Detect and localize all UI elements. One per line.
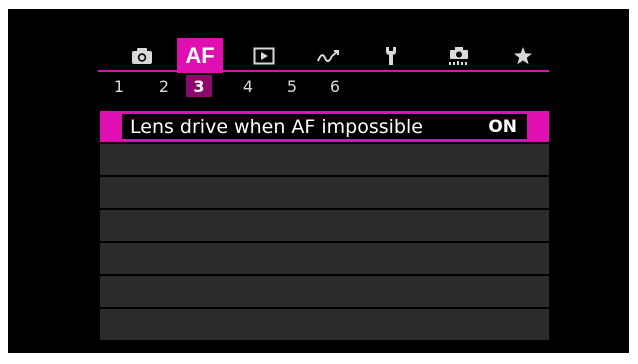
wireless-icon xyxy=(316,48,340,64)
page-3[interactable]: 3 xyxy=(186,75,212,97)
tab-shooting[interactable] xyxy=(119,38,165,73)
tab-my-menu[interactable] xyxy=(500,38,546,73)
tab-playback[interactable] xyxy=(241,38,287,73)
wrench-icon xyxy=(383,46,399,66)
page-5[interactable]: 5 xyxy=(279,75,305,97)
page-selector: 1 2 3 4 5 6 xyxy=(106,75,557,97)
menu-tab-bar: AF xyxy=(106,38,557,73)
page-2[interactable]: 2 xyxy=(151,75,177,97)
tab-custom-functions[interactable] xyxy=(436,38,482,73)
menu-item-label: Lens drive when AF impossible xyxy=(130,115,423,138)
playback-icon xyxy=(253,47,275,65)
page-6[interactable]: 6 xyxy=(322,75,348,97)
tab-af[interactable]: AF xyxy=(177,38,223,73)
custom-function-icon xyxy=(447,46,471,66)
tab-af-label: AF xyxy=(185,42,215,68)
camera-icon xyxy=(131,47,153,65)
tab-setup[interactable] xyxy=(368,38,414,73)
menu-item-lens-drive[interactable]: Lens drive when AF impossible ON xyxy=(100,111,549,142)
camera-menu-screen: AF 1 2 3 4 5 6 Lens drive when AF imposs… xyxy=(8,9,629,353)
page-1[interactable]: 1 xyxy=(106,75,132,97)
menu-item-value: ON xyxy=(488,116,517,137)
menu-item-empty xyxy=(100,210,549,241)
menu-list: Lens drive when AF impossible ON xyxy=(100,111,549,342)
menu-item-empty xyxy=(100,243,549,274)
menu-item-empty xyxy=(100,309,549,340)
menu-item-inner: Lens drive when AF impossible ON xyxy=(122,114,527,139)
tab-underline xyxy=(98,70,549,72)
tab-wireless[interactable] xyxy=(305,38,351,73)
star-icon xyxy=(513,46,533,66)
menu-item-empty xyxy=(100,276,549,307)
menu-item-empty xyxy=(100,144,549,175)
page-4[interactable]: 4 xyxy=(235,75,261,97)
menu-item-empty xyxy=(100,177,549,208)
